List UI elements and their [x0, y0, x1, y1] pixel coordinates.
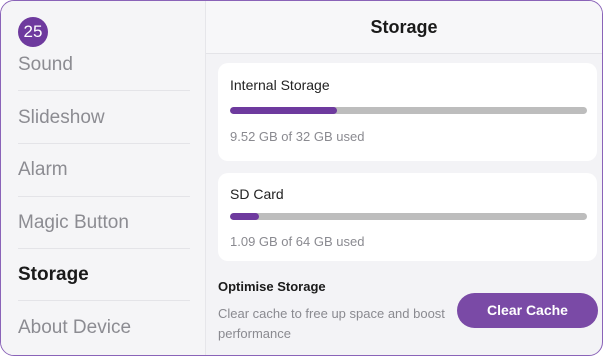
internal-storage-card: Internal Storage 9.52 GB of 32 GB used — [218, 63, 597, 161]
sidebar-divider — [18, 90, 190, 91]
sidebar: 25 Sound Slideshow Alarm Magic Button St… — [1, 1, 206, 355]
sidebar-divider — [18, 143, 190, 144]
sd-card-title: SD Card — [230, 186, 284, 202]
sidebar-item-slideshow[interactable]: Slideshow — [18, 107, 190, 129]
sidebar-divider — [18, 196, 190, 197]
sidebar-item-magic-button[interactable]: Magic Button — [18, 212, 190, 234]
sidebar-item-alarm[interactable]: Alarm — [18, 159, 190, 181]
sidebar-item-about-device[interactable]: About Device — [18, 317, 190, 339]
sd-card-bar-fill — [230, 213, 259, 220]
settings-window: 25 Sound Slideshow Alarm Magic Button St… — [0, 0, 603, 356]
page-title: Storage — [370, 17, 438, 37]
notification-badge[interactable]: 25 — [18, 17, 48, 47]
sd-card-bar — [230, 213, 587, 220]
sd-card-card: SD Card 1.09 GB of 64 GB used — [218, 173, 597, 261]
sidebar-divider — [18, 248, 190, 249]
sidebar-item-sound[interactable]: Sound — [18, 54, 190, 76]
internal-storage-title: Internal Storage — [230, 77, 330, 93]
internal-storage-bar — [230, 107, 587, 114]
clear-cache-button[interactable]: Clear Cache — [457, 293, 598, 328]
sidebar-item-storage[interactable]: Storage — [18, 264, 190, 286]
internal-storage-usage: 9.52 GB of 32 GB used — [230, 129, 365, 144]
sidebar-divider — [18, 300, 190, 301]
sd-card-usage: 1.09 GB of 64 GB used — [230, 234, 365, 249]
optimise-storage-description: Clear cache to free up space and boost p… — [218, 306, 445, 341]
optimise-storage-title: Optimise Storage — [218, 279, 326, 294]
page-header: Storage — [206, 1, 602, 54]
internal-storage-bar-fill — [230, 107, 338, 114]
